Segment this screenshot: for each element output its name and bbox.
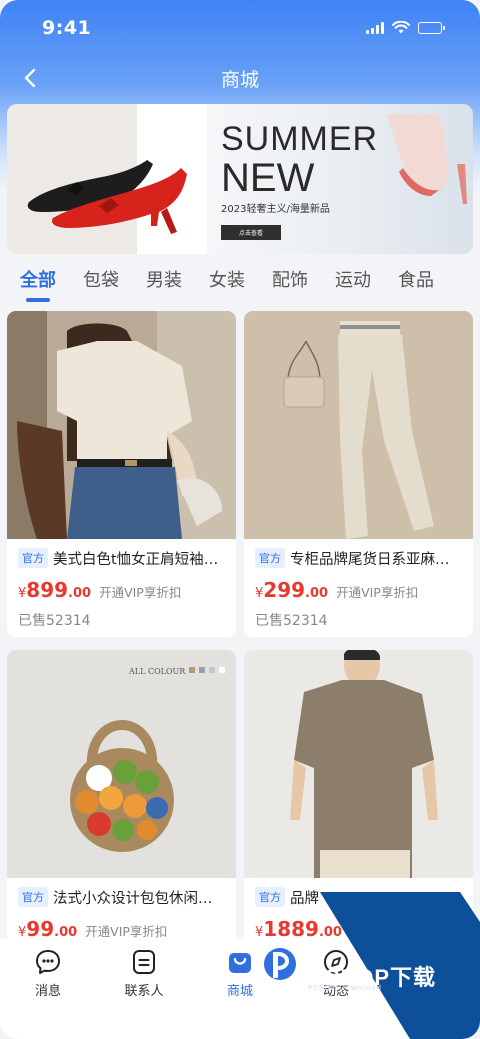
- status-time: 9:41: [42, 17, 92, 39]
- tabbar-item-contacts[interactable]: 联系人: [96, 947, 192, 1039]
- tab-menswear[interactable]: 男装: [146, 262, 182, 302]
- banner-headline-1: SUMMER: [221, 120, 379, 158]
- signal-icon: [366, 22, 384, 34]
- currency-symbol: ¥: [255, 925, 264, 940]
- shopping-bag-icon: [225, 947, 255, 977]
- vip-discount-text: 开通VIP享折扣: [99, 585, 182, 600]
- battery-icon: [418, 22, 445, 34]
- vip-discount-text: 开通VIP享折扣: [85, 924, 168, 939]
- tabbar-item-mall[interactable]: 商城: [192, 947, 288, 1039]
- tabbar-label: 联系人: [124, 984, 164, 999]
- tab-sports[interactable]: 运动: [335, 262, 371, 302]
- currency-symbol: ¥: [18, 586, 27, 601]
- product-image: [244, 650, 473, 878]
- bottom-tab-bar: 消息 联系人 商城 动态: [0, 939, 480, 1039]
- product-card[interactable]: 官方 品牌 ¥ 1889 .00 开通VIP享折扣: [244, 650, 473, 976]
- chevron-left-icon: [24, 68, 36, 88]
- banner-tagline: 2023轻奢主义/海量新品: [221, 204, 330, 215]
- tab-bags[interactable]: 包袋: [83, 262, 119, 302]
- product-image: [7, 311, 236, 539]
- product-card[interactable]: ALL COLOUR 官方 法式小众设计包包休闲手提包 ¥ 99 .00 开通V…: [7, 650, 236, 976]
- product-title: 法式小众设计包包休闲手提包: [53, 890, 226, 907]
- tabbar-item-feed[interactable]: 动态: [288, 947, 384, 1039]
- category-tabs: 全部 包袋 男装 女装 配饰 运动 食品: [0, 262, 480, 302]
- tabbar-item-messages[interactable]: 消息: [0, 947, 96, 1039]
- product-price: 1889: [263, 917, 319, 941]
- nav-bar: 商城: [0, 58, 480, 98]
- product-price-decimal: .00: [54, 925, 78, 940]
- product-price-decimal: .00: [318, 925, 342, 940]
- all-colour-caption: ALL COLOUR: [128, 667, 186, 676]
- page-title: 商城: [220, 68, 259, 91]
- chat-bubble-icon: [33, 947, 63, 977]
- product-title: 美式白色t恤女正肩短袖上衣: [53, 551, 226, 568]
- product-card[interactable]: 官方 美式白色t恤女正肩短袖上衣 ¥ 899 .00 开通VIP享折扣 已售52…: [7, 311, 236, 637]
- sold-count: 已售52314: [18, 613, 91, 629]
- product-image: ALL COLOUR: [7, 650, 236, 878]
- product-price-decimal: .00: [68, 586, 92, 601]
- currency-symbol: ¥: [18, 925, 27, 940]
- compass-icon: [321, 947, 351, 977]
- status-icons: [366, 19, 445, 38]
- official-tag: 官方: [255, 548, 285, 568]
- tab-food[interactable]: 食品: [398, 262, 434, 302]
- official-tag: 官方: [18, 887, 48, 907]
- tab-all[interactable]: 全部: [20, 262, 56, 302]
- status-bar: 9:41: [0, 0, 480, 56]
- tabbar-label: 消息: [34, 984, 61, 999]
- banner-headline-2: NEW: [221, 156, 315, 200]
- tabbar-label: 动态: [322, 984, 349, 999]
- product-price: 899: [26, 578, 69, 602]
- official-tag: 官方: [18, 548, 48, 568]
- tab-womenswear[interactable]: 女装: [209, 262, 245, 302]
- official-tag: 官方: [255, 887, 285, 907]
- product-price: 99: [26, 917, 55, 941]
- product-price-decimal: .00: [305, 586, 329, 601]
- banner-text: SUMMER NEW 2023轻奢主义/海量新品 点击查看: [221, 122, 378, 240]
- product-title: 专柜品牌尾货日系亚麻休闲裤: [290, 551, 463, 568]
- product-title: 品牌: [290, 890, 319, 907]
- tabbar-label: 商城: [226, 984, 253, 999]
- tab-accessories[interactable]: 配饰: [272, 262, 308, 302]
- banner-view-button[interactable]: 点击查看: [221, 225, 281, 240]
- vip-discount-text: 开通VIP享折扣: [336, 585, 419, 600]
- promo-banner[interactable]: SUMMER NEW 2023轻奢主义/海量新品 点击查看: [7, 104, 473, 254]
- wifi-icon: [392, 19, 410, 38]
- back-button[interactable]: [16, 64, 44, 92]
- currency-symbol: ¥: [255, 586, 264, 601]
- contacts-icon: [129, 947, 159, 977]
- vip-discount-text: 开通VIP享折扣: [349, 924, 433, 939]
- sold-count: 已售52314: [255, 613, 328, 629]
- product-card[interactable]: 官方 专柜品牌尾货日系亚麻休闲裤 ¥ 299 .00 开通VIP享折扣 已售52…: [244, 311, 473, 637]
- product-image: [244, 311, 473, 539]
- app-screen: 9:41 商城 SUMMER NEW 2023轻奢主义/海量新品 点击查看 全部…: [0, 0, 480, 1039]
- product-price: 299: [263, 578, 306, 602]
